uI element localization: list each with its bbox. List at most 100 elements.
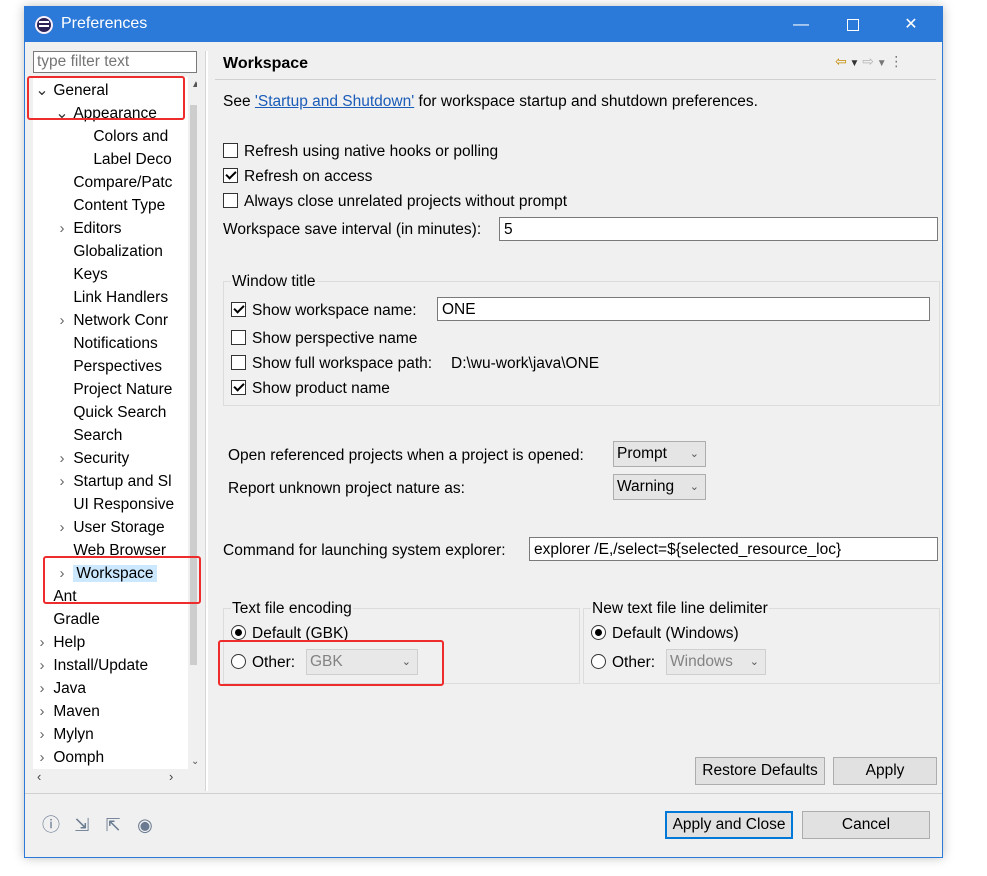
chevron-right-icon[interactable]: › — [55, 471, 69, 493]
scroll-down-icon[interactable]: ⌄ — [191, 756, 197, 767]
tree-item[interactable]: › Java — [35, 678, 87, 700]
help-icon[interactable]: ⓘ — [41, 815, 61, 835]
chevron-right-icon[interactable]: › — [35, 655, 49, 677]
chevron-right-icon[interactable]: › — [35, 678, 49, 700]
chevron-right-icon[interactable]: › — [35, 632, 49, 654]
checkbox-box[interactable] — [231, 380, 246, 395]
tree-item[interactable]: › Mylyn — [35, 724, 94, 746]
explorer-command-input[interactable]: explorer /E,/select=${selected_resource_… — [529, 537, 938, 561]
import-icon[interactable]: ⇲ — [72, 815, 92, 835]
checkbox-box[interactable] — [223, 193, 238, 208]
filter-input[interactable] — [33, 51, 197, 73]
delimiter-default-radio[interactable]: Default (Windows) — [591, 625, 739, 643]
chevron-right-icon[interactable]: › — [35, 724, 49, 746]
tree-item-label: Startup and Sl — [73, 473, 172, 490]
pane-divider[interactable] — [205, 51, 208, 791]
tree-item-label: User Storage — [73, 519, 165, 536]
delimiter-other-select[interactable]: Windows ⌄ — [666, 649, 766, 675]
cancel-button[interactable]: Cancel — [802, 811, 930, 839]
tree-item[interactable]: Compare/Patc — [55, 172, 172, 194]
delimiter-other-radio[interactable]: Other: — [591, 654, 655, 672]
chevron-right-icon[interactable]: › — [55, 448, 69, 470]
tree-item[interactable]: › Startup and Sl — [55, 471, 172, 493]
scroll-up-icon[interactable]: ▲ — [191, 79, 197, 90]
checkbox-box[interactable] — [231, 302, 246, 317]
view-menu-icon[interactable]: ⋮ — [889, 53, 903, 69]
tree-item[interactable]: Content Type — [55, 195, 165, 217]
save-interval-input[interactable]: 5 — [499, 217, 938, 241]
close-button[interactable]: ✕ — [888, 7, 934, 42]
tree-item[interactable]: Gradle — [35, 609, 100, 631]
tree-item[interactable]: › Editors — [55, 218, 122, 240]
checkbox-box[interactable] — [223, 168, 238, 183]
checkbox-box[interactable] — [231, 330, 246, 345]
tree-item[interactable]: › Help — [35, 632, 86, 654]
tree-horizontal-scrollbar[interactable]: ‹ › — [33, 769, 197, 786]
tree-item[interactable]: Colors and — [75, 126, 168, 148]
tree-item[interactable]: Project Nature — [55, 379, 172, 401]
show-workspace-name-checkbox[interactable]: Show workspace name: — [231, 302, 417, 320]
forward-menu-icon[interactable]: ▼ — [874, 58, 889, 69]
tree-item[interactable]: Search — [55, 425, 122, 447]
tree-item[interactable]: Quick Search — [55, 402, 166, 424]
maximize-button[interactable] — [830, 7, 876, 42]
forward-icon[interactable]: ⇨ — [862, 53, 874, 69]
scroll-left-icon[interactable]: ‹ — [37, 769, 41, 784]
show-product-checkbox[interactable]: Show product name — [231, 380, 390, 398]
apply-and-close-button[interactable]: Apply and Close — [665, 811, 793, 839]
tree-item[interactable]: › Install/Update — [35, 655, 149, 677]
chevron-right-icon[interactable]: › — [35, 701, 49, 723]
window-title: Preferences — [61, 15, 148, 32]
tree-item[interactable]: Perspectives — [55, 356, 162, 378]
tree-item[interactable]: UI Responsive — [55, 494, 174, 516]
back-menu-icon[interactable]: ▼ — [847, 58, 862, 69]
eclipse-icon — [35, 16, 53, 34]
record-icon[interactable]: ◉ — [135, 815, 155, 835]
tree-item-label: Security — [73, 450, 130, 467]
show-perspective-checkbox[interactable]: Show perspective name — [231, 330, 417, 348]
chevron-right-icon[interactable]: › — [35, 747, 49, 769]
chevron-right-icon[interactable]: › — [55, 517, 69, 539]
show-full-path-checkbox[interactable]: Show full workspace path: — [231, 355, 432, 373]
unknown-nature-select[interactable]: Warning ⌄ — [613, 474, 706, 500]
refresh-hooks-checkbox[interactable]: Refresh using native hooks or polling — [223, 143, 498, 161]
export-icon[interactable]: ⇱ — [103, 815, 123, 835]
chevron-right-icon[interactable]: › — [55, 218, 69, 240]
minimize-button[interactable]: — — [778, 7, 824, 42]
tree-item[interactable]: › Security — [55, 448, 130, 470]
radio-circle[interactable] — [591, 625, 606, 640]
tree-item[interactable]: › Network Conr — [55, 310, 169, 332]
tree-item-label: Help — [53, 634, 86, 651]
back-icon[interactable]: ⇦ — [835, 53, 847, 69]
startup-shutdown-link[interactable]: 'Startup and Shutdown' — [255, 93, 414, 110]
tree-item[interactable]: Globalization — [55, 241, 163, 263]
radio-circle[interactable] — [231, 625, 246, 640]
tree-item[interactable]: Notifications — [55, 333, 157, 355]
tree-item-label: Perspectives — [73, 358, 163, 375]
checkbox-box[interactable] — [231, 355, 246, 370]
tree-item[interactable]: Keys — [55, 264, 107, 286]
checkbox-box[interactable] — [223, 143, 238, 158]
tree-item[interactable]: Label Deco — [75, 149, 171, 171]
tree-item[interactable]: Link Handlers — [55, 287, 168, 309]
scroll-right-icon[interactable]: › — [169, 769, 173, 784]
radio-circle[interactable] — [591, 654, 606, 669]
apply-button[interactable]: Apply — [833, 757, 937, 785]
always-close-checkbox[interactable]: Always close unrelated projects without … — [223, 193, 567, 211]
tree-item-label: Install/Update — [53, 657, 149, 674]
restore-defaults-button[interactable]: Restore Defaults — [695, 757, 825, 785]
tree-item[interactable]: › User Storage — [55, 517, 165, 539]
annotation-box-encoding — [218, 640, 444, 686]
tree-item[interactable]: › Oomph — [35, 747, 105, 769]
chevron-right-icon[interactable]: › — [55, 310, 69, 332]
preference-tree[interactable]: › Oomph › Mylyn › Maven › Java › Install/Upd… — [33, 77, 197, 769]
refresh-access-checkbox[interactable]: Refresh on access — [223, 168, 372, 186]
tree-item[interactable]: › Maven — [35, 701, 100, 723]
workspace-name-input[interactable]: ONE — [437, 297, 930, 321]
tree-item-label: Quick Search — [73, 404, 167, 421]
open-referenced-select[interactable]: Prompt ⌄ — [613, 441, 706, 467]
tree-item-label: Project Nature — [73, 381, 173, 398]
tree-vertical-scrollbar[interactable]: ▲ ⌄ — [188, 77, 197, 769]
tree-item-label: Compare/Patc — [73, 174, 173, 191]
full-path-value: D:\wu-work\java\ONE — [451, 355, 600, 372]
